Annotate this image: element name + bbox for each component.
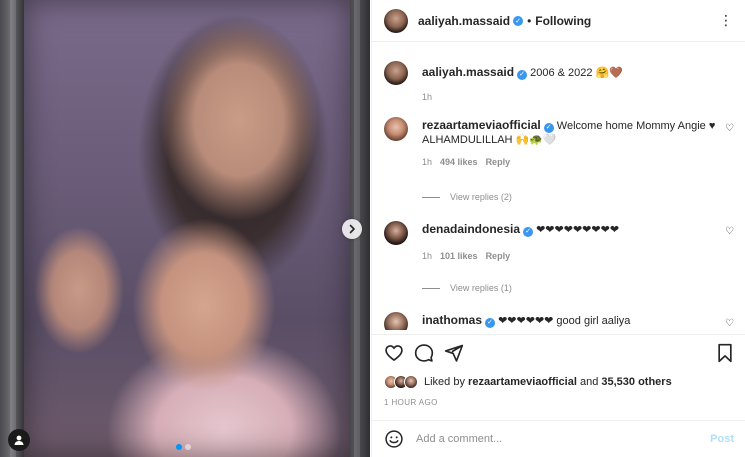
- liked-by-others[interactable]: 35,530 others: [601, 376, 671, 388]
- verified-badge-icon: ✓: [517, 70, 528, 80]
- like-comment-heart-icon[interactable]: ♡: [725, 123, 734, 134]
- comment-meta: 1h 101 likes Reply: [422, 249, 716, 263]
- comment-username[interactable]: denadaindonesia: [422, 222, 520, 236]
- reply-button[interactable]: Reply: [486, 157, 511, 167]
- comment-text: ❤❤❤❤❤❤ good girl aaliya: [498, 315, 631, 327]
- post-side-panel: aaliyah.massaid ✓ • Following ⋮ aaliyah.…: [371, 0, 745, 457]
- comment-username[interactable]: inathomas: [422, 313, 482, 327]
- caption-username[interactable]: aaliyah.massaid: [422, 65, 514, 79]
- verified-badge-icon: ✓: [523, 227, 534, 237]
- comment-input[interactable]: [416, 433, 711, 445]
- like-comment-heart-icon[interactable]: ♡: [725, 318, 734, 329]
- comment-avatar[interactable]: [384, 221, 408, 245]
- comment-username[interactable]: rezaartameviaofficial: [422, 118, 541, 132]
- next-slide-button[interactable]: [342, 219, 362, 239]
- liked-by-avatars: [384, 375, 418, 389]
- liked-by-and: and: [579, 376, 599, 388]
- tagged-users-button[interactable]: [8, 429, 30, 451]
- view-replies-button[interactable]: View replies (2): [422, 192, 512, 202]
- person-icon: [14, 435, 24, 445]
- emoji-smiley-icon[interactable]: [384, 429, 404, 449]
- mini-avatar: [404, 375, 418, 389]
- share-paper-plane-icon[interactable]: [444, 343, 464, 363]
- like-comment-heart-icon[interactable]: ♡: [725, 226, 734, 237]
- carousel-dot-active: [176, 444, 182, 450]
- comment: denadaindonesia ✓ ❤❤❤❤❤❤❤❤❤ 1h 101 likes Re…: [384, 221, 734, 261]
- comment-avatar[interactable]: [384, 117, 408, 141]
- add-comment-bar: Post: [372, 420, 745, 457]
- author-avatar[interactable]: [384, 8, 408, 33]
- caption-time: 1h: [422, 92, 433, 102]
- caption-text: 2006 & 2022 🤗🤎: [530, 67, 623, 79]
- comment-likes[interactable]: 494 likes: [440, 157, 478, 167]
- following-button[interactable]: Following: [535, 14, 591, 28]
- liked-by-prefix: Liked by: [424, 376, 465, 388]
- comment-bubble-icon[interactable]: [414, 343, 434, 363]
- verified-badge-icon: ✓: [543, 123, 554, 133]
- more-options-icon[interactable]: ⋮: [719, 13, 733, 27]
- comment: inathomas ✓ ❤❤❤❤❤❤ good girl aaliya ♡: [384, 312, 734, 330]
- caption-avatar[interactable]: [384, 61, 408, 85]
- like-heart-icon[interactable]: [384, 343, 404, 363]
- chevron-right-icon: [349, 224, 355, 234]
- comment-likes[interactable]: 101 likes: [440, 251, 478, 261]
- liked-by-user[interactable]: rezaartameviaofficial: [468, 376, 577, 388]
- caption-meta: 1h: [422, 90, 716, 104]
- comment-text: ❤❤❤❤❤❤❤❤❤: [536, 224, 620, 236]
- post-header: aaliyah.massaid ✓ • Following ⋮: [372, 0, 745, 42]
- reply-button[interactable]: Reply: [486, 251, 511, 261]
- post-actions: [372, 334, 745, 368]
- comment-avatar[interactable]: [384, 312, 408, 330]
- save-bookmark-icon[interactable]: [716, 343, 734, 363]
- view-replies-button[interactable]: View replies (1): [422, 283, 512, 293]
- comment-time: 1h: [422, 251, 433, 261]
- caption: aaliyah.massaid ✓ 2006 & 2022 🤗🤎 1h: [384, 61, 734, 104]
- carousel-dot: [185, 444, 191, 450]
- likes-summary: Liked by rezaartameviaofficial and 35,53…: [384, 372, 733, 392]
- post-comment-button[interactable]: Post: [710, 433, 734, 445]
- photo-print: [24, 0, 350, 457]
- verified-badge-icon: ✓: [485, 318, 496, 328]
- separator-dot: •: [527, 13, 532, 28]
- author-username[interactable]: aaliyah.massaid: [418, 14, 510, 28]
- verified-badge-icon: ✓: [513, 15, 524, 26]
- comment-meta: 1h 494 likes Reply: [422, 155, 716, 169]
- frame-edge-left: [10, 0, 16, 457]
- comment-time: 1h: [422, 157, 433, 167]
- carousel-indicator: [176, 444, 191, 450]
- comments-section: aaliyah.massaid ✓ 2006 & 2022 🤗🤎 1h rezaa…: [372, 43, 745, 330]
- comment: rezaartameviaofficial ✓ Welcome home Momm…: [384, 117, 734, 167]
- post-image[interactable]: [0, 0, 370, 457]
- post-timestamp[interactable]: 1 HOUR AGO: [384, 398, 438, 407]
